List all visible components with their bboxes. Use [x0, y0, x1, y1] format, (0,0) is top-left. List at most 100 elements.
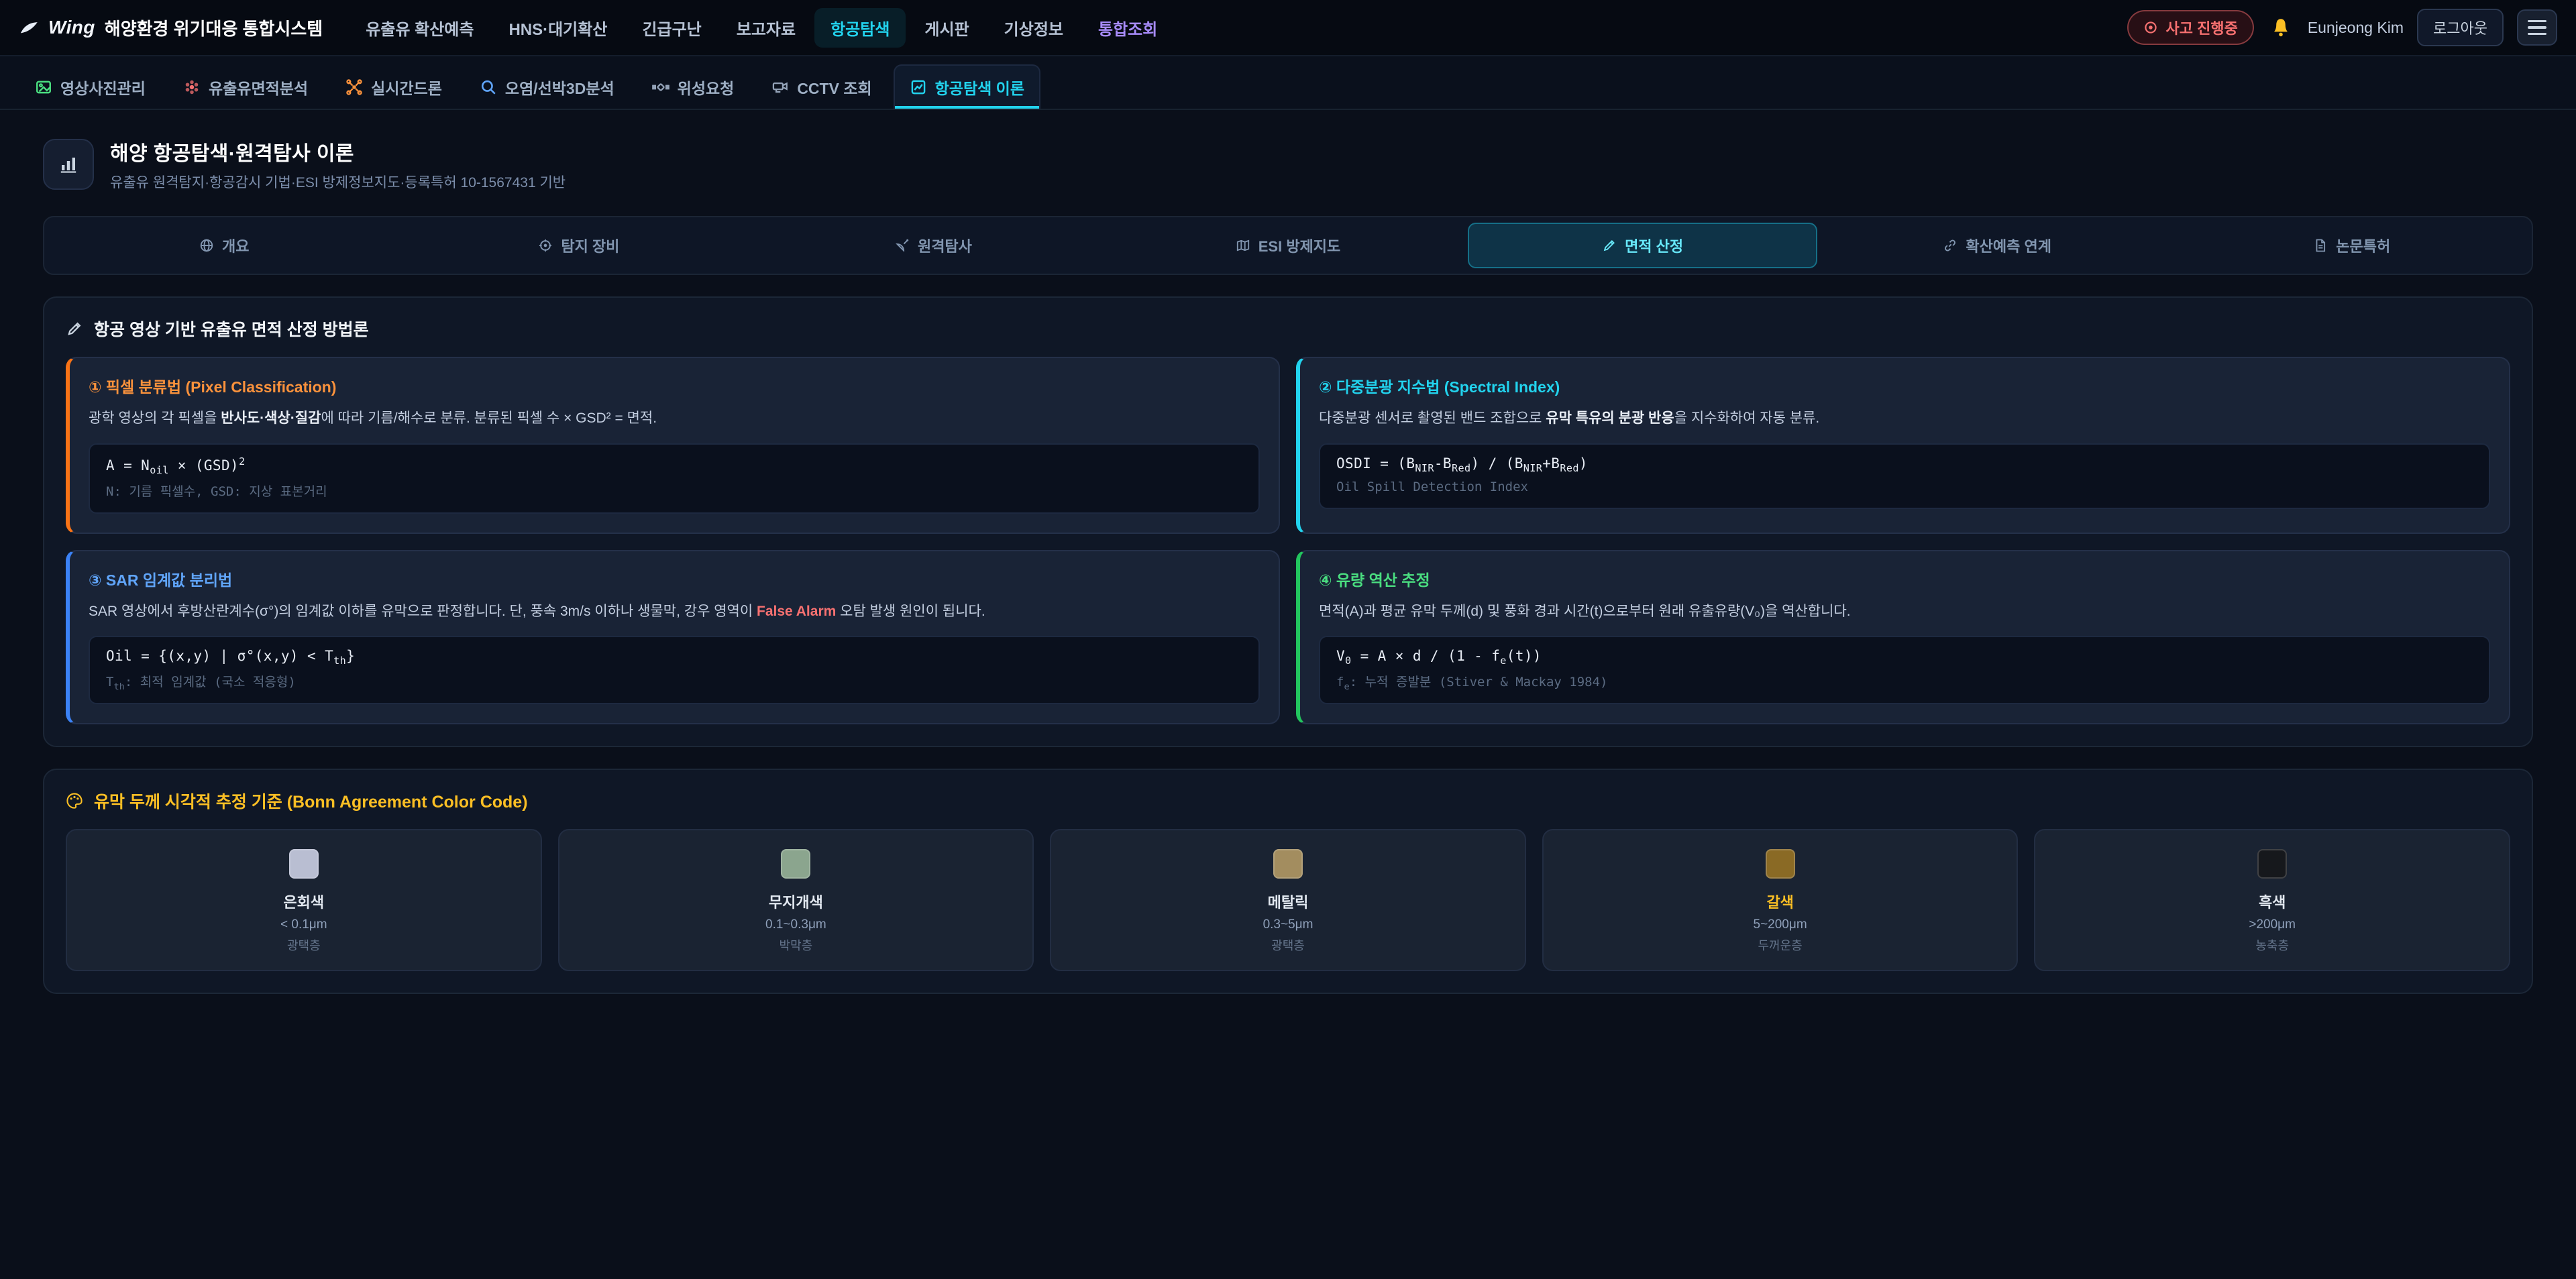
page-subtitle: 유출유 원격탐지·항공감시 기법·ESI 방제정보지도·등록특허 10-1567…: [110, 172, 566, 192]
thickness-card-rainbow: 무지개색 0.1~0.3μm 박막층: [558, 829, 1034, 971]
alert-dot-icon: [2143, 20, 2158, 35]
image-icon: [35, 78, 52, 96]
globe-icon: [199, 238, 214, 253]
user-name: Eunjeong Kim: [2308, 19, 2404, 37]
nav-hns-air-diffusion[interactable]: HNS·대기확산: [492, 8, 623, 48]
thickness-card-black: 흑색 >200μm 농축층: [2034, 829, 2510, 971]
logout-button[interactable]: 로그아웃: [2417, 9, 2504, 46]
method-title: ④ 유량 역산 추정: [1319, 567, 2490, 590]
tab-detection-equipment[interactable]: 탐지 장비: [405, 223, 754, 268]
formula-block: A = Noil × (GSD)2 N: 기름 픽셀수, GSD: 지상 표본거…: [89, 443, 1260, 514]
nav-board[interactable]: 게시판: [908, 8, 985, 48]
cctv-icon: [771, 78, 789, 96]
thickness-section-heading: 유막 두께 시각적 추정 기준 (Bonn Agreement Color Co…: [66, 789, 2510, 813]
magnifier-icon: [480, 78, 497, 96]
formula-line: Oil = {(x,y) | σ°(x,y) < Tth}: [106, 648, 1242, 667]
nav-reports[interactable]: 보고자료: [720, 8, 812, 48]
incident-status-label: 사고 진행중: [2166, 17, 2238, 38]
formula-block: V0 = A × d / (1 - fe(t)) fe: 누적 증발분 (Sti…: [1319, 636, 2490, 704]
area-methods-panel: 항공 영상 기반 유출유 면적 산정 방법론 ① 픽셀 분류법 (Pixel C…: [43, 296, 2533, 747]
top-navigation-bar: Wing 해양환경 위기대응 통합시스템 유출유 확산예측 HNS·대기확산 긴…: [0, 0, 2576, 56]
theory-chart-icon: [910, 78, 927, 96]
subnav-pollution-ship-3d[interactable]: 오염/선박3D분석: [464, 64, 631, 109]
system-title: 해양환경 위기대응 통합시스템: [105, 15, 323, 40]
method-card-pixel-classification: ① 픽셀 분류법 (Pixel Classification) 광학 영상의 각…: [66, 357, 1280, 534]
hamburger-menu-button[interactable]: [2517, 9, 2557, 46]
color-swatch: [781, 849, 810, 879]
formula-line: V0 = A × d / (1 - fe(t)): [1336, 648, 2473, 667]
subnav-satellite-request[interactable]: 위성요청: [636, 64, 751, 109]
pencil-ruler-icon: [66, 320, 83, 337]
tab-area-calculation[interactable]: 면적 산정: [1468, 223, 1817, 268]
formula-note: Oil Spill Detection Index: [1336, 480, 2473, 497]
thickness-cards-grid: 은회색 < 0.1μm 광택층 무지개색 0.1~0.3μm 박막층 메탈릭 0…: [66, 829, 2510, 971]
page-title-block: 해양 항공탐색·원격탐사 이론 유출유 원격탐지·항공감시 기법·ESI 방제정…: [110, 137, 566, 192]
color-swatch: [1273, 849, 1303, 879]
thickness-name: 무지개색: [570, 891, 1022, 912]
tab-remote-sensing[interactable]: 원격탐사: [759, 223, 1108, 268]
thickness-layer: 박막층: [570, 936, 1022, 954]
subnav-realtime-drone[interactable]: 실시간드론: [329, 64, 458, 109]
notifications-button[interactable]: [2267, 14, 2294, 41]
link-icon: [1943, 238, 1957, 253]
subnav-aerial-theory[interactable]: 항공탐색 이론: [894, 64, 1040, 109]
color-swatch: [1766, 849, 1795, 879]
method-card-volume-inversion: ④ 유량 역산 추정 면적(A)과 평균 유막 두께(d) 및 풍화 경과 시간…: [1296, 550, 2510, 725]
formula-note: fe: 누적 증발분 (Stiver & Mackay 1984): [1336, 672, 2473, 692]
page-header: 해양 항공탐색·원격탐사 이론 유출유 원격탐지·항공감시 기법·ESI 방제정…: [43, 137, 2533, 192]
method-cards-grid: ① 픽셀 분류법 (Pixel Classification) 광학 영상의 각…: [66, 357, 2510, 724]
thickness-range: 0.1~0.3μm: [570, 917, 1022, 932]
drone-icon: [345, 78, 363, 96]
thickness-name: 갈색: [1554, 891, 2006, 912]
method-title: ① 픽셀 분류법 (Pixel Classification): [89, 374, 1260, 397]
formula-block: OSDI = (BNIR-BRed) / (BNIR+BRed) Oil Spi…: [1319, 443, 2490, 509]
topbar-right-group: 사고 진행중 Eunjeong Kim 로그아웃: [2127, 9, 2558, 46]
formula-line: A = Noil × (GSD)2: [106, 455, 1242, 476]
thickness-card-brown: 갈색 5~200μm 두꺼운층: [1542, 829, 2019, 971]
palette-icon: [66, 792, 83, 810]
method-title: ② 다중분광 지수법 (Spectral Index): [1319, 374, 2490, 397]
method-card-spectral-index: ② 다중분광 지수법 (Spectral Index) 다중분광 센서로 촬영된…: [1296, 357, 2510, 534]
main-content: 해양 항공탐색·원격탐사 이론 유출유 원격탐지·항공감시 기법·ESI 방제정…: [0, 110, 2576, 1048]
tab-papers-patents[interactable]: 논문특허: [2177, 223, 2526, 268]
scope-icon: [538, 238, 553, 253]
logo[interactable]: Wing 해양환경 위기대응 통합시스템: [19, 15, 323, 40]
method-description: 면적(A)과 평균 유막 두께(d) 및 풍화 경과 시간(t)으로부터 원래 …: [1319, 601, 2490, 623]
formula-note: N: 기름 픽셀수, GSD: 지상 표본거리: [106, 482, 1242, 502]
thickness-layer: 광택층: [78, 936, 530, 954]
satellite-icon: [652, 78, 669, 96]
subnav-image-management[interactable]: 영상사진관리: [19, 64, 162, 109]
method-description: 다중분광 센서로 촬영된 밴드 조합으로 유막 특유의 분광 반응을 지수화하여…: [1319, 408, 2490, 430]
nav-oil-spill-prediction[interactable]: 유출유 확산예측: [350, 8, 490, 48]
nav-weather-info[interactable]: 기상정보: [988, 8, 1079, 48]
color-swatch: [289, 849, 319, 879]
subnav-oil-area-analysis[interactable]: 유출유면적분석: [167, 64, 324, 109]
incident-status-badge: 사고 진행중: [2127, 10, 2254, 45]
pencil-icon: [1602, 238, 1617, 253]
thickness-range: < 0.1μm: [78, 917, 530, 932]
page-chart-icon: [43, 139, 94, 190]
nav-emergency-rescue[interactable]: 긴급구난: [626, 8, 717, 48]
main-nav: 유출유 확산예측 HNS·대기확산 긴급구난 보고자료 항공탐색 게시판 기상정…: [350, 8, 2118, 48]
method-description: SAR 영상에서 후방산란계수(σ°)의 임계값 이하를 유막으로 판정합니다.…: [89, 601, 1260, 623]
formula-line: OSDI = (BNIR-BRed) / (BNIR+BRed): [1336, 455, 2473, 474]
sub-navigation-bar: 영상사진관리 유출유면적분석 실시간드론 오염/선박3D분석: [0, 56, 2576, 110]
color-swatch: [2257, 849, 2287, 879]
tab-diffusion-link[interactable]: 확산예측 연계: [1823, 223, 2172, 268]
tab-esi-map[interactable]: ESI 방제지도: [1114, 223, 1463, 268]
method-title: ③ SAR 임계값 분리법: [89, 567, 1260, 590]
thickness-layer: 농축층: [2046, 936, 2498, 954]
nav-aerial-search[interactable]: 항공탐색: [814, 8, 906, 48]
subnav-cctv-view[interactable]: CCTV 조회: [755, 64, 888, 109]
formula-note: Tth: 최적 임계값 (국소 적응형): [106, 672, 1242, 692]
thickness-name: 흑색: [2046, 891, 2498, 912]
tab-overview[interactable]: 개요: [50, 223, 399, 268]
method-description: 광학 영상의 각 픽셀을 반사도·색상·질감에 따라 기름/해수로 분류. 분류…: [89, 408, 1260, 430]
antenna-icon: [895, 238, 910, 253]
thickness-range: 5~200μm: [1554, 917, 2006, 932]
nav-integrated-search[interactable]: 통합조회: [1082, 8, 1173, 48]
methods-section-heading: 항공 영상 기반 유출유 면적 산정 방법론: [66, 317, 2510, 341]
method-card-sar-threshold: ③ SAR 임계값 분리법 SAR 영상에서 후방산란계수(σ°)의 임계값 이…: [66, 550, 1280, 725]
page-title: 해양 항공탐색·원격탐사 이론: [110, 137, 566, 166]
thickness-layer: 두꺼운층: [1554, 936, 2006, 954]
